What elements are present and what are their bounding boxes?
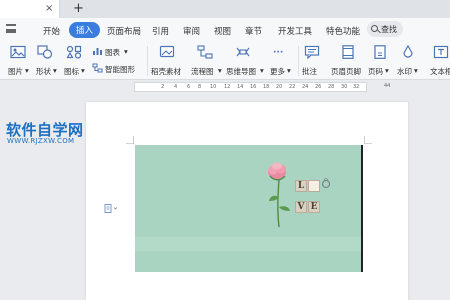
site-watermark-url: WWW.RJZXW.COM	[7, 137, 75, 145]
ruler-number: 12	[224, 84, 231, 90]
menu-review[interactable]: 审阅	[183, 25, 200, 37]
header-footer-icon	[342, 45, 354, 59]
letter-tile: L	[295, 180, 307, 192]
menu-bar: 开始 插入 页面布局 引用 审阅 视图 章节 开发工具 特色功能 查找	[0, 18, 450, 42]
shapes-icon	[37, 45, 53, 59]
ruler-number: 4	[174, 84, 178, 90]
watermark-icon	[403, 45, 413, 58]
menu-insert[interactable]: 插入	[69, 22, 101, 38]
header-footer-button[interactable]: 页眉页脚	[331, 66, 361, 77]
ruler-number: 2	[161, 84, 165, 90]
ruler-number: 30	[341, 84, 348, 90]
main-menu-icon[interactable]	[6, 24, 16, 33]
menu-view[interactable]: 视图	[214, 25, 231, 37]
page-number-dropdown-icon[interactable]: ▾	[385, 66, 389, 75]
ruler-number: 8	[198, 84, 202, 90]
shapes-dropdown-icon[interactable]: ▾	[53, 66, 57, 75]
ruler-number: 10	[210, 84, 217, 90]
ribbon-separator	[147, 46, 148, 76]
menu-home[interactable]: 开始	[43, 25, 60, 37]
horizontal-ruler[interactable]: 2 4 6 8 10 12 14 16 18 20 22 24 26 28 30…	[134, 82, 367, 92]
shapes-button[interactable]: 形状	[36, 66, 51, 77]
picture-button[interactable]: 图片	[8, 66, 23, 77]
icons-button[interactable]: 图标	[64, 66, 79, 77]
letter-tile: E	[308, 201, 320, 213]
ruler-number: 32	[353, 84, 360, 90]
menu-special-features[interactable]: 特色功能	[326, 25, 360, 37]
menu-page-layout[interactable]: 页面布局	[107, 25, 141, 37]
mindmap-dropdown-icon[interactable]: ▾	[260, 66, 264, 75]
flowchart-button[interactable]: 流程图	[191, 66, 214, 77]
heart-tile	[308, 180, 320, 192]
ruler-number: 24	[302, 84, 309, 90]
close-tab-icon[interactable]: ×	[45, 3, 53, 14]
icons-dropdown-icon[interactable]: ▾	[81, 66, 85, 75]
ruler-number: 16	[250, 84, 257, 90]
more-button[interactable]: 更多	[270, 66, 285, 77]
material-icon	[159, 45, 175, 58]
textbox-button[interactable]: 文本框	[430, 66, 450, 77]
insert-ribbon: 图片 ▾ 形状 ▾ 图标 ▾ 图表 ▾ 智能图形 稻壳素材 流程图 ▾ 思维导图…	[0, 42, 450, 80]
smartart-button[interactable]: 智能图形	[105, 64, 135, 75]
tab-strip: × +	[0, 0, 450, 18]
comment-icon	[304, 45, 320, 59]
ruler-number: 20	[276, 84, 283, 90]
search-label: 查找	[381, 25, 397, 34]
picture-dropdown-icon[interactable]: ▾	[25, 66, 29, 75]
menu-references[interactable]: 引用	[152, 25, 169, 37]
crop-mark	[364, 136, 372, 144]
icons-icon	[66, 45, 82, 59]
watermark-dropdown-icon[interactable]: ▾	[414, 66, 418, 75]
ruler-number: 14	[237, 84, 244, 90]
banner-stripe	[135, 237, 363, 251]
ruler-number: 6	[187, 84, 191, 90]
paragraph-layout-icon[interactable]	[104, 204, 118, 213]
search-box[interactable]: 查找	[367, 21, 403, 37]
picture-icon	[10, 45, 26, 59]
mindmap-button[interactable]: 思维导图	[226, 66, 256, 77]
textbox-icon	[433, 45, 449, 59]
page-number-icon	[374, 45, 386, 59]
mindmap-icon	[236, 47, 250, 57]
ring-image	[321, 177, 331, 189]
more-dropdown-icon[interactable]: ▾	[287, 66, 291, 75]
ruler-number: 26	[315, 84, 322, 90]
chart-icon	[93, 48, 102, 55]
search-icon	[371, 25, 378, 32]
comment-button[interactable]: 批注	[302, 66, 317, 77]
ruler-number: 28	[328, 84, 335, 90]
ruler-number: 18	[263, 84, 270, 90]
flowchart-dropdown-icon[interactable]: ▾	[218, 66, 222, 75]
menu-developer[interactable]: 开发工具	[278, 25, 312, 37]
smartart-icon	[92, 63, 103, 73]
flowchart-icon	[197, 45, 213, 59]
document-tab[interactable]: ×	[0, 0, 60, 18]
crop-mark	[126, 136, 134, 144]
love-banner-image[interactable]: L V E	[135, 145, 363, 272]
ruler-number: 22	[289, 84, 296, 90]
chart-dropdown-icon[interactable]: ▾	[124, 47, 128, 56]
ruler-number: 44	[384, 83, 391, 89]
flower-image	[268, 162, 290, 228]
letter-tile: V	[295, 201, 307, 213]
more-icon: ···	[273, 48, 284, 58]
material-button[interactable]: 稻壳素材	[151, 66, 181, 77]
ribbon-separator	[298, 46, 299, 76]
banner-edge-line	[361, 145, 363, 272]
page-number-button[interactable]: 页码	[368, 66, 383, 77]
menu-chapter[interactable]: 章节	[245, 25, 262, 37]
chart-button[interactable]: 图表	[105, 47, 120, 58]
new-tab-button[interactable]: +	[73, 1, 84, 16]
watermark-button[interactable]: 水印	[397, 66, 412, 77]
